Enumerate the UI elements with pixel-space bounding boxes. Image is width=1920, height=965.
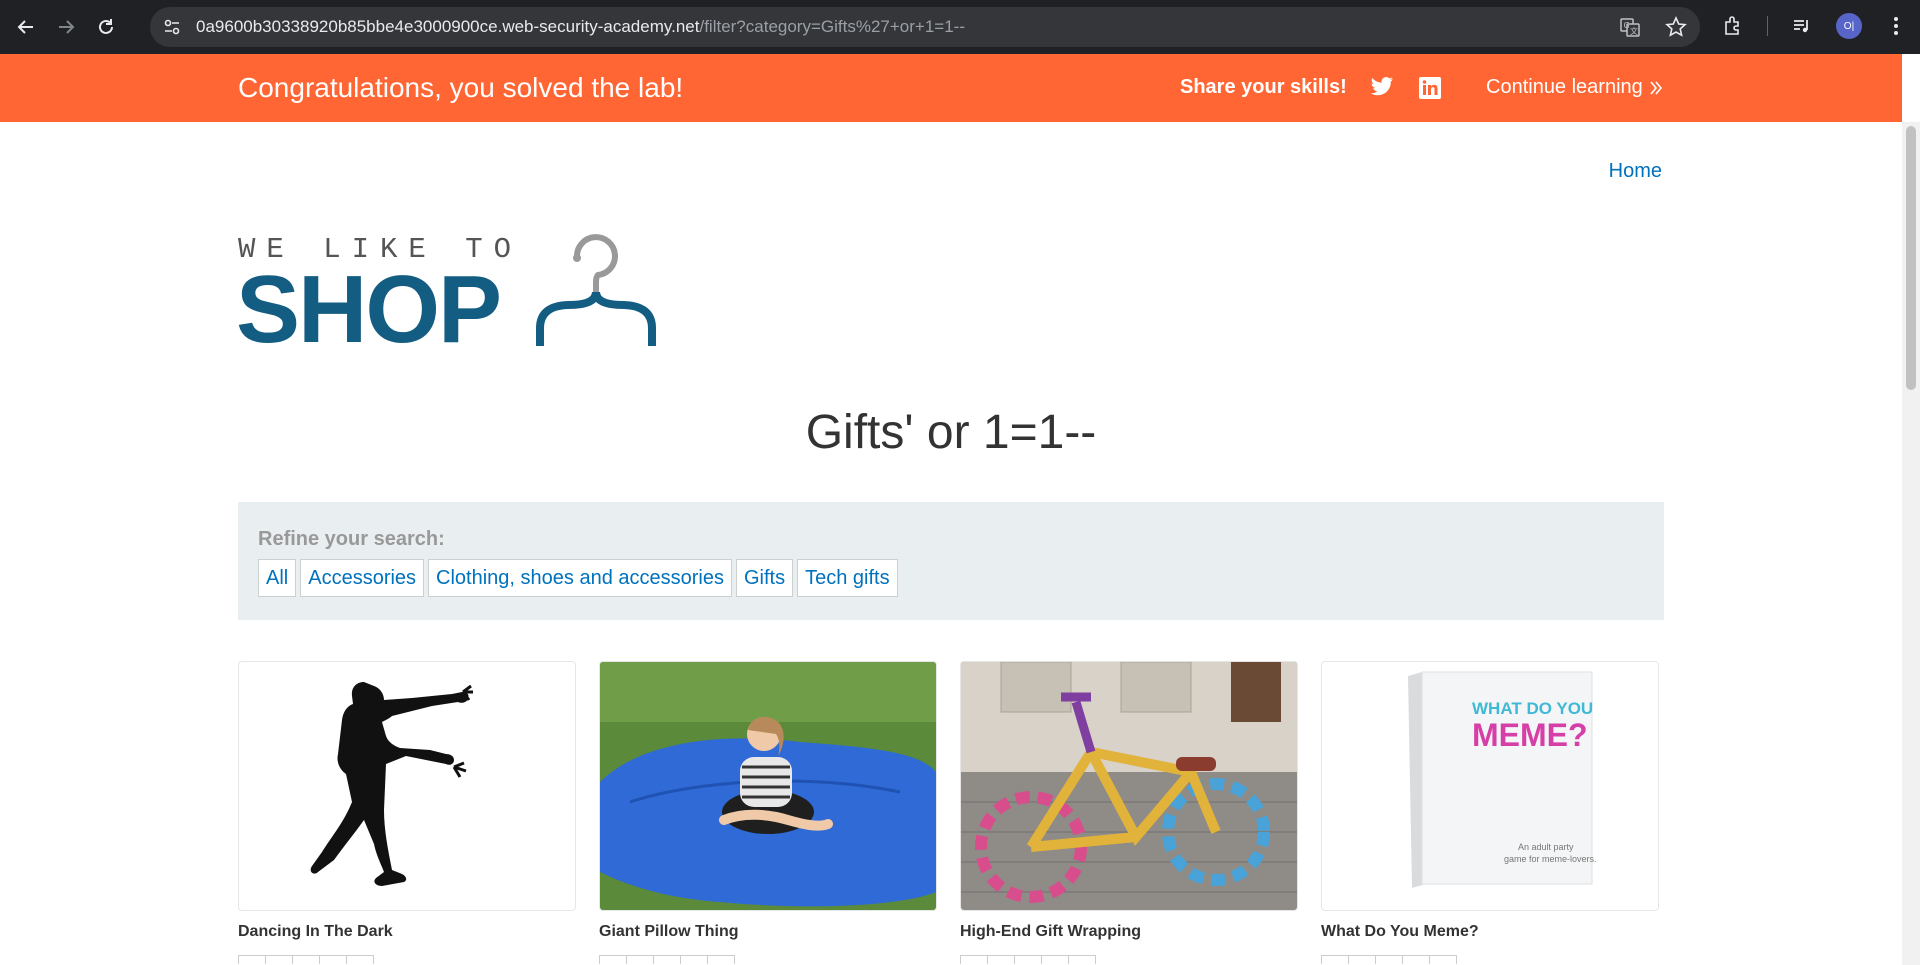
rating-star-icon — [1321, 955, 1349, 964]
logo-wordmark: SHOP — [236, 256, 502, 363]
rating-star-icon — [292, 955, 320, 964]
product-name[interactable]: What Do You Meme? — [1321, 923, 1659, 941]
product-image-meme-game[interactable]: WHAT DO YOU MEME? An adult party game fo… — [1321, 661, 1659, 911]
url-host: 0a9600b30338920b85bbe4e3000900ce.web-sec… — [196, 17, 700, 36]
product-card: Dancing In The Dark — [238, 661, 576, 964]
scrollbar-thumb[interactable] — [1906, 126, 1916, 390]
extensions-icon[interactable] — [1721, 14, 1745, 38]
menu-kebab-icon[interactable] — [1884, 14, 1908, 38]
product-card: High-End Gift Wrapping — [960, 661, 1298, 964]
bookmark-star-icon[interactable] — [1664, 15, 1688, 39]
rating-star-icon — [346, 955, 374, 964]
linkedin-icon[interactable] — [1418, 76, 1442, 100]
meme-game-box-image: WHAT DO YOU MEME? An adult party game fo… — [1322, 662, 1658, 910]
rating-star-icon — [1348, 955, 1376, 964]
product-rating — [238, 955, 576, 964]
browser-toolbar: 0a9600b30338920b85bbe4e3000900ce.web-sec… — [0, 0, 1920, 54]
share-skills-label: Share your skills! — [1180, 76, 1347, 98]
box-title-line1: WHAT DO YOU — [1472, 699, 1593, 718]
forward-arrow-icon — [59, 20, 75, 34]
site-info-icon[interactable] — [160, 15, 184, 39]
box-tagline-line2: game for meme-lovers. — [1504, 854, 1597, 864]
reload-icon — [99, 19, 113, 34]
rating-star-icon — [1402, 955, 1430, 964]
reload-button[interactable] — [92, 13, 120, 41]
filter-link-accessories[interactable]: Accessories — [300, 559, 425, 597]
product-image-pillow[interactable] — [599, 661, 937, 911]
filter-link-clothing[interactable]: Clothing, shoes and accessories — [428, 559, 732, 597]
rating-star-icon — [1068, 955, 1096, 964]
rating-star-icon — [1429, 955, 1457, 964]
url-text[interactable]: 0a9600b30338920b85bbe4e3000900ce.web-sec… — [196, 17, 965, 37]
product-image-dancer[interactable] — [238, 661, 576, 911]
product-rating — [599, 955, 937, 964]
filter-panel: Refine your search: All Accessories Clot… — [238, 502, 1664, 620]
back-button[interactable] — [12, 13, 40, 41]
product-name[interactable]: Dancing In The Dark — [238, 923, 576, 941]
double-chevron-right-icon — [1650, 80, 1662, 95]
product-rating — [960, 955, 1298, 964]
rating-star-icon — [1014, 955, 1042, 964]
svg-text:G: G — [1624, 21, 1630, 30]
giant-pillow-photo — [600, 662, 936, 910]
address-bar[interactable]: 0a9600b30338920b85bbe4e3000900ce.web-sec… — [150, 7, 1700, 47]
rating-star-icon — [265, 955, 293, 964]
rating-star-icon — [1375, 955, 1403, 964]
home-link[interactable]: Home — [1609, 160, 1662, 183]
product-rating — [1321, 955, 1659, 964]
toolbar-divider — [1767, 16, 1768, 36]
rating-star-icon — [1041, 955, 1069, 964]
rating-star-icon — [319, 955, 347, 964]
svg-text:文: 文 — [1630, 26, 1638, 36]
profile-avatar[interactable]: O| — [1836, 13, 1862, 39]
box-title-line2: MEME? — [1472, 717, 1588, 753]
product-card: Giant Pillow Thing — [599, 661, 937, 964]
category-heading: Gifts' or 1=1-- — [805, 406, 1097, 459]
lab-solved-banner: Congratulations, you solved the lab! Sha… — [0, 54, 1902, 122]
filter-links: All Accessories Clothing, shoes and acce… — [258, 559, 898, 597]
page-scrollbar[interactable] — [1902, 122, 1920, 965]
forward-button[interactable] — [52, 13, 80, 41]
rating-star-icon — [987, 955, 1015, 964]
back-arrow-icon — [17, 20, 33, 34]
box-tagline-line1: An adult party — [1518, 842, 1574, 852]
filter-label: Refine your search: — [258, 528, 445, 550]
dancer-silhouette-image — [310, 682, 473, 886]
rating-star-icon — [707, 955, 735, 964]
product-name[interactable]: High-End Gift Wrapping — [960, 923, 1298, 941]
rating-star-icon — [960, 955, 988, 964]
filter-link-tech-gifts[interactable]: Tech gifts — [797, 559, 898, 597]
rating-star-icon — [626, 955, 654, 964]
continue-learning-link[interactable]: Continue learning — [1486, 76, 1663, 99]
url-path: /filter?category=Gifts%27+or+1=1-- — [699, 17, 965, 36]
banner-title: Congratulations, you solved the lab! — [238, 72, 684, 103]
product-name[interactable]: Giant Pillow Thing — [599, 923, 937, 941]
shop-logo[interactable]: WE LIKE TO SHOP — [236, 230, 686, 360]
filter-link-gifts[interactable]: Gifts — [736, 559, 794, 597]
rating-star-icon — [653, 955, 681, 964]
continue-learning-label: Continue learning — [1486, 76, 1643, 98]
translate-icon[interactable]: G文 — [1618, 15, 1642, 39]
hanger-icon — [536, 234, 656, 346]
yarn-bicycle-photo — [961, 662, 1297, 910]
product-card: WHAT DO YOU MEME? An adult party game fo… — [1321, 661, 1659, 964]
media-controls-icon[interactable] — [1790, 14, 1814, 38]
rating-star-icon — [599, 955, 627, 964]
rating-star-icon — [238, 955, 266, 964]
twitter-icon[interactable] — [1370, 76, 1394, 100]
product-image-bicycle[interactable] — [960, 661, 1298, 911]
filter-link-all[interactable]: All — [258, 559, 297, 597]
rating-star-icon — [680, 955, 708, 964]
